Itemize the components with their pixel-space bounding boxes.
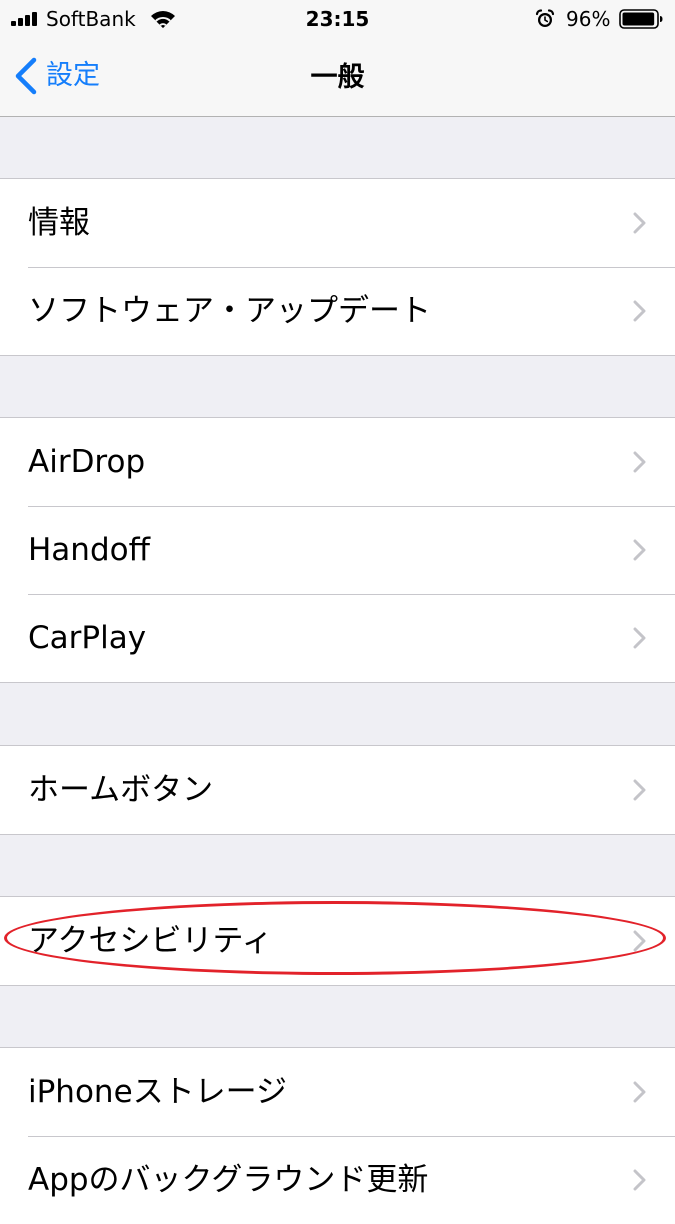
settings-row-airdrop[interactable]: AirDrop	[0, 418, 675, 506]
chevron-right-icon	[633, 300, 646, 322]
status-bar: SoftBank 23:15 96%	[0, 0, 675, 40]
settings-row-label: Appのバックグラウンド更新	[28, 1162, 429, 1198]
settings-row-label: ホームボタン	[28, 772, 214, 808]
chevron-right-icon	[633, 451, 646, 473]
settings-row-label: Handoff	[28, 532, 150, 568]
settings-row-home-button[interactable]: ホームボタン	[0, 746, 675, 834]
settings-row-carplay[interactable]: CarPlay	[0, 594, 675, 682]
settings-group-storage: iPhoneストレージ Appのバックグラウンド更新	[0, 1047, 675, 1224]
chevron-right-icon	[633, 1081, 646, 1103]
settings-row-label: CarPlay	[28, 620, 147, 656]
settings-group-home-button: ホームボタン	[0, 745, 675, 835]
alarm-icon	[535, 9, 555, 27]
chevron-right-icon	[633, 930, 646, 952]
settings-row-label: 情報	[28, 205, 90, 241]
settings-group-accessibility: アクセシビリティ	[0, 896, 675, 986]
settings-row-label: ソフトウェア・アップデート	[28, 293, 431, 329]
chevron-right-icon	[633, 212, 646, 234]
chevron-right-icon	[633, 1169, 646, 1191]
battery-percent: 96%	[566, 7, 611, 31]
settings-row-label: iPhoneストレージ	[28, 1074, 288, 1110]
settings-row-iphone-storage[interactable]: iPhoneストレージ	[0, 1048, 675, 1136]
settings-row-label: AirDrop	[28, 444, 146, 480]
settings-row-label: アクセシビリティ	[28, 923, 273, 959]
chevron-right-icon	[633, 539, 646, 561]
settings-row-about[interactable]: 情報	[0, 179, 675, 267]
settings-row-accessibility[interactable]: アクセシビリティ	[0, 897, 675, 985]
settings-group-info: 情報 ソフトウェア・アップデート	[0, 178, 675, 356]
settings-row-handoff[interactable]: Handoff	[0, 506, 675, 594]
battery-icon	[619, 9, 663, 29]
navigation-bar: 設定 一般	[0, 40, 675, 117]
settings-row-software-update[interactable]: ソフトウェア・アップデート	[0, 267, 675, 355]
settings-group-continuity: AirDrop Handoff CarPlay	[0, 417, 675, 683]
chevron-right-icon	[633, 627, 646, 649]
chevron-right-icon	[633, 779, 646, 801]
settings-row-background-app-refresh[interactable]: Appのバックグラウンド更新	[0, 1136, 675, 1224]
page-title: 一般	[310, 62, 365, 93]
